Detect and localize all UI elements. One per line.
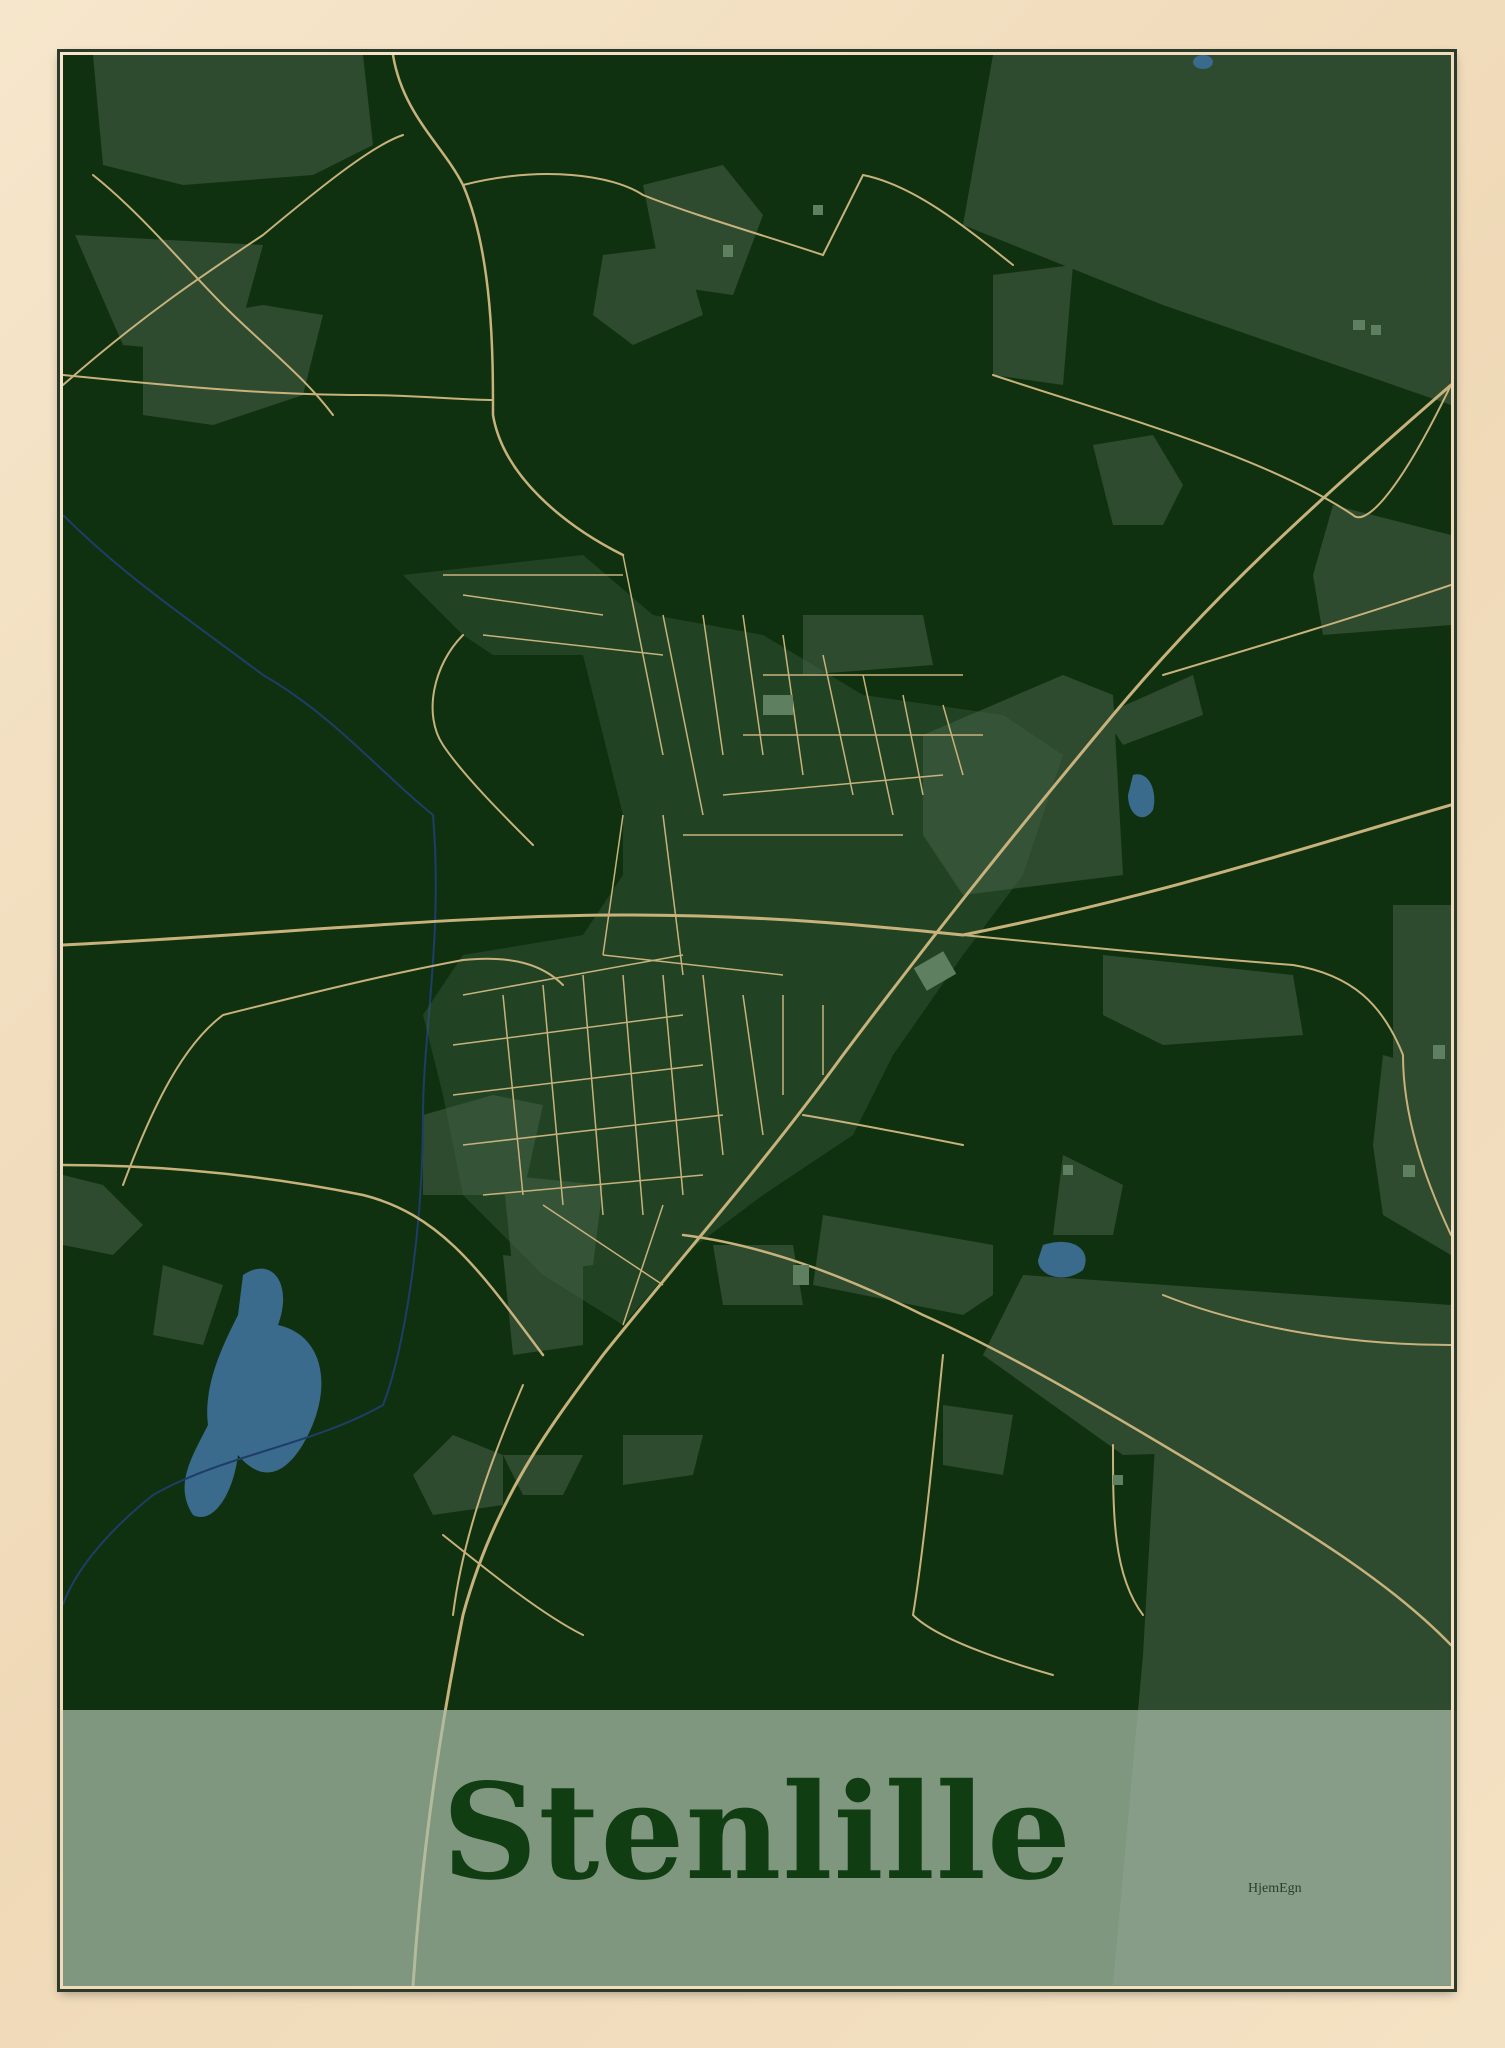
pond <box>1038 1241 1086 1278</box>
road <box>431 634 534 846</box>
road <box>1162 584 1451 676</box>
field-patch <box>93 55 373 185</box>
poster-title: Stenlille <box>442 1755 1072 1910</box>
building <box>793 1265 809 1285</box>
field-patch <box>1373 1055 1451 1255</box>
field-patch <box>63 1175 143 1255</box>
building <box>1371 325 1381 335</box>
town-area <box>403 555 1063 1325</box>
field-patch <box>503 1455 583 1495</box>
field-patch <box>1103 955 1303 1045</box>
building <box>723 245 733 257</box>
field-patch <box>1093 435 1183 525</box>
road <box>442 1534 584 1636</box>
town-blocks <box>403 555 1063 1325</box>
road <box>391 55 625 557</box>
map-poster: Stenlille HjemEgn <box>63 55 1451 1986</box>
pond <box>1193 55 1213 69</box>
field-patch <box>413 1435 503 1515</box>
building <box>813 205 823 215</box>
building <box>1433 1045 1445 1059</box>
field-patch <box>1313 505 1451 635</box>
building <box>763 695 793 715</box>
field-patch <box>813 1215 993 1315</box>
road <box>1112 1444 1144 1616</box>
map-drawing <box>63 55 1451 1986</box>
field-patch <box>943 1405 1013 1475</box>
building <box>1353 320 1365 330</box>
field-patch <box>803 615 933 675</box>
building <box>1113 1475 1123 1485</box>
field-patch <box>713 1245 803 1305</box>
pond <box>1128 774 1155 818</box>
brand-logo: HjemEgn <box>1248 1881 1302 1896</box>
building <box>1403 1165 1415 1177</box>
field-patch <box>593 245 703 345</box>
field-patch <box>153 1265 223 1345</box>
field-patch <box>993 265 1073 385</box>
field-patch <box>623 1435 703 1485</box>
building <box>1063 1165 1073 1175</box>
road <box>911 1354 1054 1676</box>
